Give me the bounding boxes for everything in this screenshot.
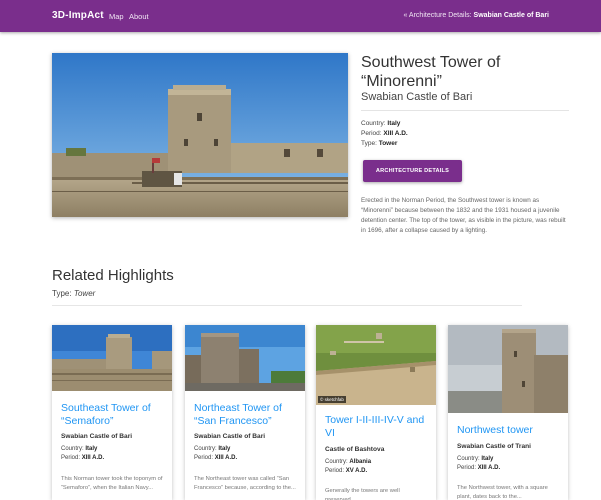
meta-label: Period: — [361, 130, 382, 137]
card-period: Period: XIII A.D. — [457, 465, 500, 471]
sketchfab-badge: © sketchfab — [318, 396, 346, 403]
breadcrumb-current: Swabian Castle of Bari — [473, 12, 549, 19]
meta-period: Period: XIII A.D. — [361, 130, 408, 137]
related-type-value: Tower — [73, 289, 96, 298]
meta-label: Country: — [325, 459, 348, 465]
card-castle: Swabian Castle of Bari — [194, 433, 266, 440]
page-title: Southwest Tower of “Minorenni” — [361, 54, 501, 90]
card-description: Generally the towers are well preserved.… — [325, 488, 400, 500]
hero-description: Erected in the Norman Period, the Southw… — [361, 197, 566, 234]
card-period: Period: XIII A.D. — [194, 455, 237, 461]
meta-value: Italy — [218, 446, 231, 452]
hero-photo — [52, 53, 348, 217]
card-castle: Swabian Castle of Trani — [457, 443, 532, 450]
meta-value: XV A.D. — [345, 468, 368, 474]
card-description: This Norman tower took the toponym of “S… — [61, 476, 163, 491]
highlight-card[interactable]: Northeast Tower of “San Francesco” Swabi… — [185, 325, 305, 500]
meta-label: Country: — [361, 120, 386, 127]
card-description: The Northeast tower was called “San Fran… — [194, 476, 296, 491]
breadcrumb[interactable]: « Architecture Details: Swabian Castle o… — [403, 12, 549, 19]
card-title[interactable]: Southeast Tower of “Semaforo” — [61, 402, 169, 427]
card-country: Country: Italy — [457, 456, 493, 462]
meta-value: Italy — [387, 120, 401, 127]
architecture-details-button[interactable]: Architecture Details — [363, 160, 462, 182]
related-heading: Related Highlights — [52, 267, 174, 284]
brand-logo[interactable]: 3D-ImpAct — [52, 10, 104, 21]
highlight-card[interactable]: Southeast Tower of “Semaforo” Swabian Ca… — [52, 325, 172, 500]
meta-value: Italy — [481, 456, 494, 462]
card-photo[interactable] — [52, 325, 172, 391]
card-title[interactable]: Northwest tower — [457, 424, 565, 437]
card-country: Country: Italy — [61, 446, 97, 452]
meta-value: XIII A.D. — [383, 130, 408, 137]
highlight-card[interactable]: Northwest tower Swabian Castle of Trani … — [448, 325, 568, 500]
card-country: Country: Italy — [194, 446, 230, 452]
card-photo[interactable]: © sketchfab — [316, 325, 436, 405]
meta-label: Period: — [194, 455, 214, 461]
card-period: Period: XIII A.D. — [61, 455, 104, 461]
card-description: The Northwest tower, with a square plant… — [457, 485, 548, 500]
nav-link-about[interactable]: About — [129, 12, 149, 21]
meta-label: Period: — [61, 455, 81, 461]
meta-value: Albania — [349, 459, 372, 465]
castle-subtitle: Swabian Castle of Bari — [361, 91, 473, 103]
divider — [361, 110, 569, 111]
card-photo[interactable] — [185, 325, 305, 391]
meta-label: Period: — [457, 465, 477, 471]
meta-value: Tower — [378, 140, 398, 147]
card-title[interactable]: Northeast Tower of “San Francesco” — [194, 402, 302, 427]
card-country: Country: Albania — [325, 459, 371, 465]
meta-label: Country: — [457, 456, 480, 462]
related-type-label: Type: — [52, 289, 72, 298]
meta-label: Period: — [325, 468, 345, 474]
meta-label: Country: — [194, 446, 217, 452]
card-castle: Swabian Castle of Bari — [61, 433, 133, 440]
related-type: Type: Tower — [52, 289, 95, 298]
meta-value: XIII A.D. — [477, 465, 501, 471]
meta-value: XIII A.D. — [81, 455, 105, 461]
top-navbar: 3D-ImpAct Map About « Architecture Detai… — [0, 0, 601, 32]
meta-country: Country: Italy — [361, 120, 400, 127]
meta-value: Italy — [85, 446, 98, 452]
page: 3D-ImpAct Map About « Architecture Detai… — [0, 0, 601, 500]
meta-label: Country: — [61, 446, 84, 452]
divider — [52, 305, 522, 306]
card-title[interactable]: Tower I-II-III-IV-V and VI — [325, 414, 433, 439]
card-castle: Castle of Bashtova — [325, 446, 385, 453]
card-period: Period: XV A.D. — [325, 468, 367, 474]
card-photo[interactable] — [448, 325, 568, 413]
meta-label: Type: — [361, 140, 377, 147]
highlight-card[interactable]: © sketchfab Tower I-II-III-IV-V and VI C… — [316, 325, 436, 500]
nav-link-map[interactable]: Map — [109, 12, 124, 21]
breadcrumb-prefix: « Architecture Details: — [403, 12, 472, 19]
meta-type: Type: Tower — [361, 140, 397, 147]
meta-value: XIII A.D. — [214, 455, 238, 461]
